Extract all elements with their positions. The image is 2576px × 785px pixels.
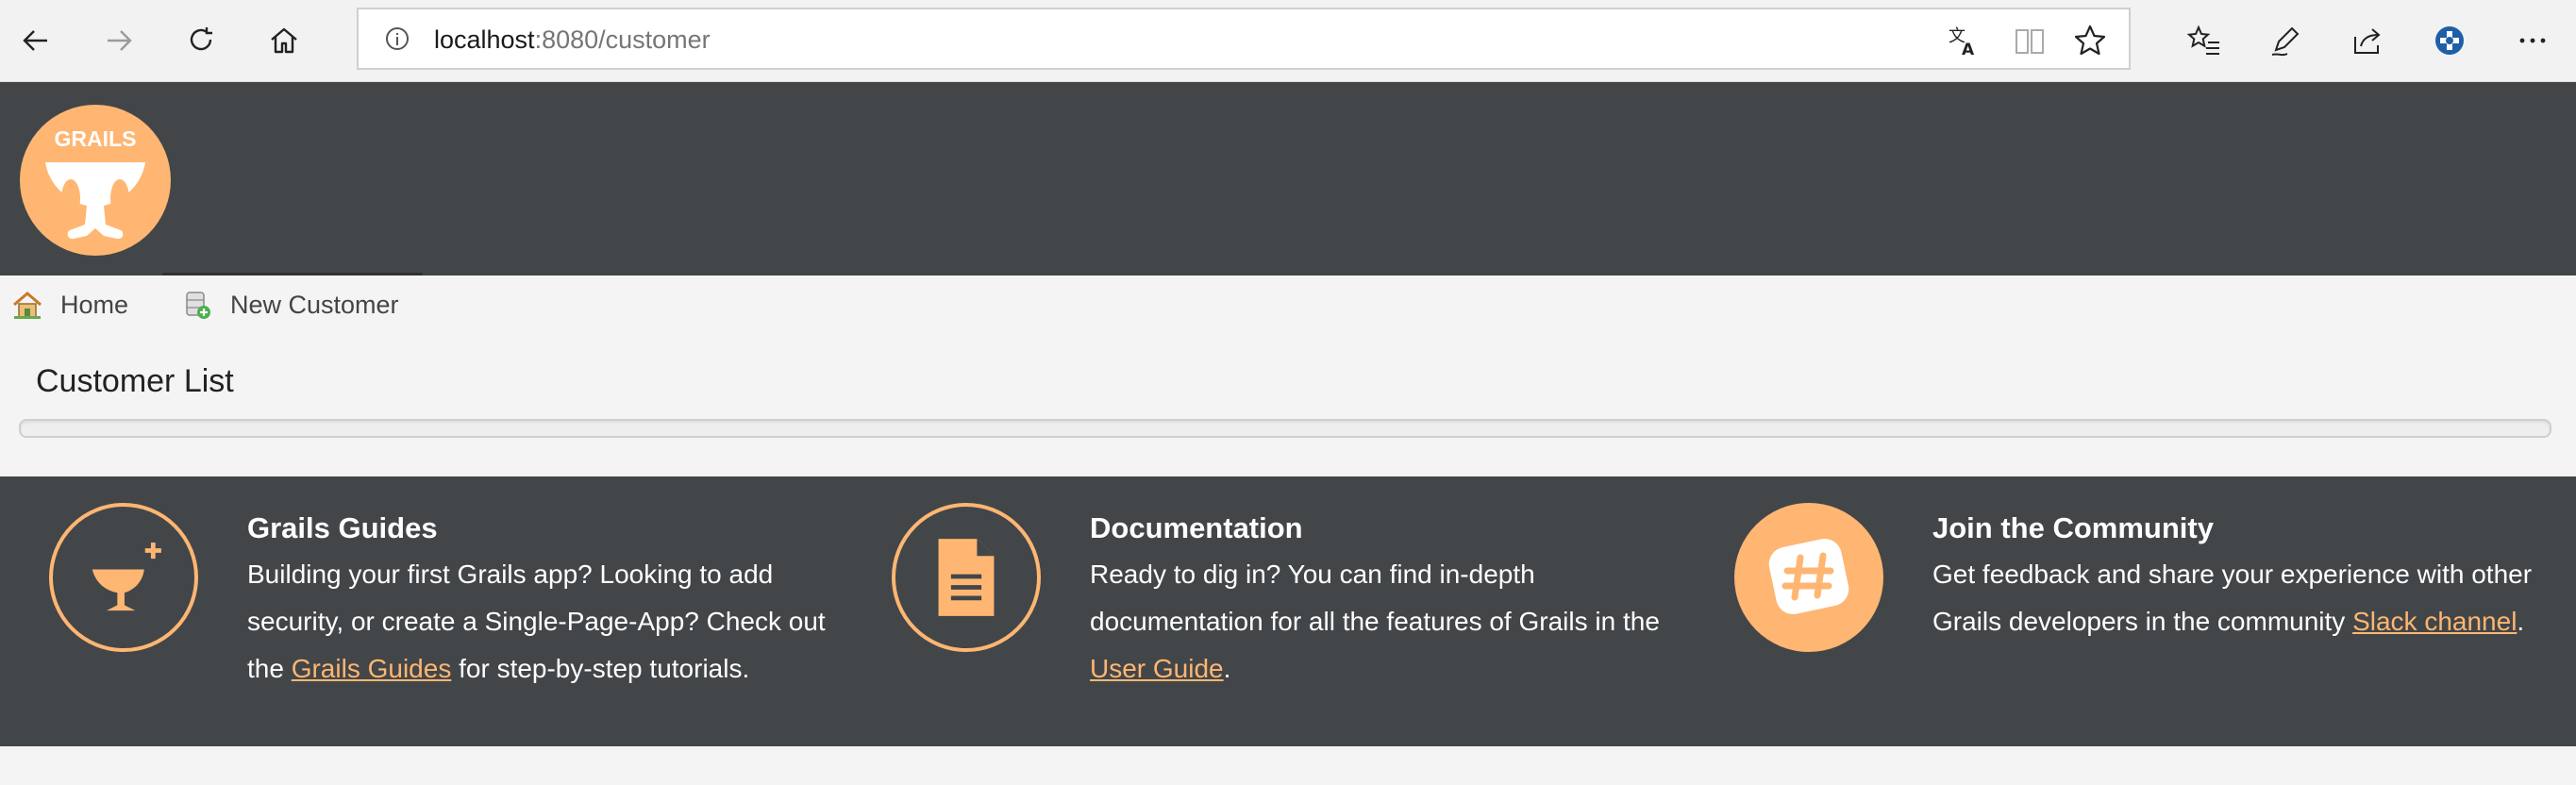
url-path: :8080/customer (534, 25, 711, 54)
url-text[interactable]: localhost:8080/customer (434, 25, 711, 55)
more-icon (2519, 38, 2546, 43)
grails-logo[interactable]: GRAILS (19, 104, 172, 257)
pen-icon (2271, 26, 2300, 57)
docs-body: Ready to dig in? You can find in-depth d… (1090, 560, 1660, 636)
footer-docs: Documentation Ready to dig in? You can f… (892, 476, 1694, 746)
guides-text: Grails Guides Building your first Grails… (247, 509, 851, 693)
browser-toolbar: localhost:8080/customer 文A (0, 0, 2576, 82)
community-title: Join the Community (1932, 511, 2214, 544)
nav-home-link[interactable]: Home (11, 289, 128, 321)
site-info-icon[interactable] (383, 25, 411, 53)
favorite-star-icon[interactable] (2072, 23, 2108, 58)
refresh-icon (190, 27, 212, 51)
back-icon (23, 30, 47, 51)
guides-body-end: for step-by-step tutorials. (451, 654, 750, 683)
site-footer: Grails Guides Building your first Grails… (0, 476, 2576, 746)
favorites-button[interactable] (2180, 16, 2229, 65)
url-host: localhost (434, 25, 535, 54)
svg-text:A: A (1962, 41, 1975, 58)
database-add-icon (186, 292, 210, 319)
docs-title: Documentation (1090, 511, 1303, 544)
share-icon (2354, 28, 2381, 54)
more-button[interactable] (2508, 16, 2557, 65)
nav-home-label: Home (60, 290, 129, 319)
site-header: GRAILS (0, 82, 2576, 276)
translate-icon[interactable]: 文A (1947, 23, 1982, 58)
address-bar[interactable]: localhost:8080/customer 文A (357, 8, 2131, 70)
reading-view-icon[interactable] (2012, 23, 2048, 58)
forward-icon (108, 30, 132, 51)
share-button[interactable] (2342, 16, 2391, 65)
chalice-plus-icon (92, 542, 161, 611)
community-badge (1734, 503, 1883, 652)
user-guide-link[interactable]: User Guide (1090, 654, 1224, 683)
docs-body-end: . (1223, 654, 1231, 683)
document-icon (938, 539, 995, 616)
nav-new-customer-label: New Customer (230, 290, 399, 319)
nav-bar: Home New Customer (0, 276, 2576, 340)
guides-badge (49, 503, 198, 652)
guides-title: Grails Guides (247, 511, 438, 544)
slack-channel-link[interactable]: Slack channel (2352, 607, 2517, 636)
nav-new-customer-link[interactable]: New Customer (181, 289, 399, 321)
house-icon (13, 292, 42, 319)
home-button[interactable] (259, 16, 309, 65)
community-body-end: . (2517, 607, 2525, 636)
extension-button[interactable] (2425, 16, 2474, 65)
logo-text: GRAILS (55, 126, 137, 151)
home-icon (271, 27, 297, 54)
footer-guides: Grails Guides Building your first Grails… (49, 476, 851, 746)
docs-badge (892, 503, 1041, 652)
refresh-button[interactable] (177, 16, 226, 65)
customer-table (19, 419, 2551, 438)
back-button[interactable] (11, 16, 60, 65)
notes-button[interactable] (2261, 16, 2310, 65)
slack-icon (1768, 539, 1849, 614)
favorites-list-icon (2187, 25, 2219, 55)
grails-guides-link[interactable]: Grails Guides (292, 654, 452, 683)
extension-icon (2435, 26, 2464, 55)
docs-text: Documentation Ready to dig in? You can f… (1090, 509, 1694, 693)
page-title: Customer List (36, 363, 234, 399)
footer-community: Join the Community Get feedback and shar… (1734, 476, 2536, 746)
forward-button[interactable] (94, 16, 143, 65)
community-text: Join the Community Get feedback and shar… (1932, 509, 2536, 645)
